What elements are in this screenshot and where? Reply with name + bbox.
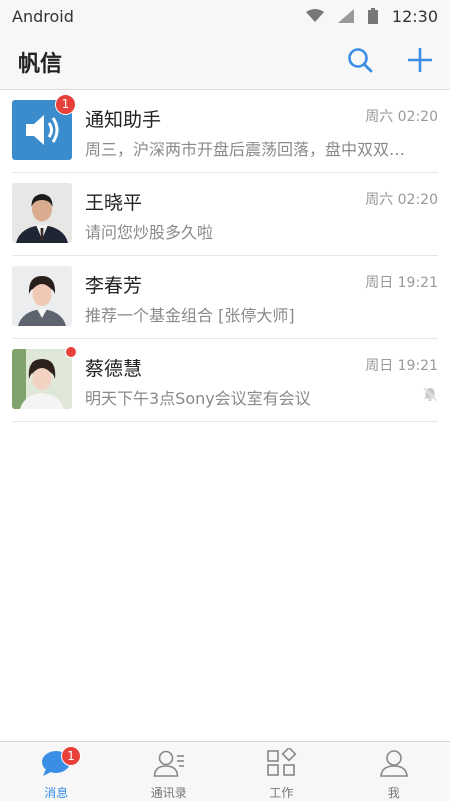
contact-name: 李春芳	[85, 271, 142, 298]
conversation-row[interactable]: 王晓平 周六 02:20 请问您炒股多久啦	[12, 173, 438, 256]
conversation-row[interactable]: 李春芳 周日 19:21 推荐一个基金组合 [张停大师]	[12, 256, 438, 339]
unread-badge: 1	[55, 94, 76, 115]
message-preview: 推荐一个基金组合 [张停大师]	[85, 302, 435, 326]
contacts-icon	[153, 748, 185, 778]
unread-dot	[65, 346, 77, 358]
signal-icon	[338, 9, 354, 23]
carrier-label: Android	[12, 7, 74, 26]
tab-label: 消息	[0, 784, 113, 801]
apps-grid-icon	[265, 748, 297, 778]
message-time: 周六 02:20	[365, 106, 438, 126]
status-icons: 12:30	[306, 7, 438, 26]
muted-bell-icon	[422, 386, 438, 402]
search-icon[interactable]	[346, 46, 374, 74]
conversation-row[interactable]: 1 通知助手 周六 02:20 周三，沪深两市开盘后震荡回落，盘中双双…	[12, 90, 438, 173]
male-avatar	[12, 183, 72, 243]
contact-name: 蔡德慧	[85, 354, 142, 381]
person-icon	[378, 748, 410, 778]
female-avatar-2	[12, 349, 72, 409]
page-title: 帆信	[18, 46, 62, 78]
app-header: 帆信	[0, 32, 450, 90]
contact-name: 王晓平	[85, 188, 142, 215]
tab-work[interactable]: 工作	[225, 742, 338, 801]
tab-messages[interactable]: 1 消息	[0, 742, 113, 801]
tab-label: 工作	[225, 784, 338, 801]
contact-name: 通知助手	[85, 105, 161, 132]
plus-icon[interactable]	[406, 46, 434, 74]
female-avatar	[12, 266, 72, 326]
tab-contacts[interactable]: 通讯录	[113, 742, 226, 801]
bottom-tab-bar: 1 消息 通讯录 工作 我	[0, 741, 450, 801]
message-time: 周日 19:21	[365, 355, 438, 375]
tab-label: 通讯录	[113, 784, 226, 801]
conversation-row[interactable]: 蔡德慧 周日 19:21 明天下午3点Sony会议室有会议	[12, 339, 438, 422]
wifi-icon	[306, 9, 324, 23]
conversation-list: 1 通知助手 周六 02:20 周三，沪深两市开盘后震荡回落，盘中双双… 王晓平…	[0, 90, 450, 422]
message-preview: 明天下午3点Sony会议室有会议	[85, 385, 435, 409]
message-preview: 请问您炒股多久啦	[85, 219, 435, 243]
tab-me[interactable]: 我	[338, 742, 450, 801]
tab-label: 我	[338, 784, 450, 801]
status-bar: Android 12:30	[0, 0, 450, 32]
tab-badge: 1	[61, 746, 81, 766]
message-preview: 周三，沪深两市开盘后震荡回落，盘中双双…	[85, 136, 435, 160]
clock-time: 12:30	[392, 7, 438, 26]
message-time: 周六 02:20	[365, 189, 438, 209]
message-time: 周日 19:21	[365, 272, 438, 292]
battery-icon	[368, 8, 378, 24]
